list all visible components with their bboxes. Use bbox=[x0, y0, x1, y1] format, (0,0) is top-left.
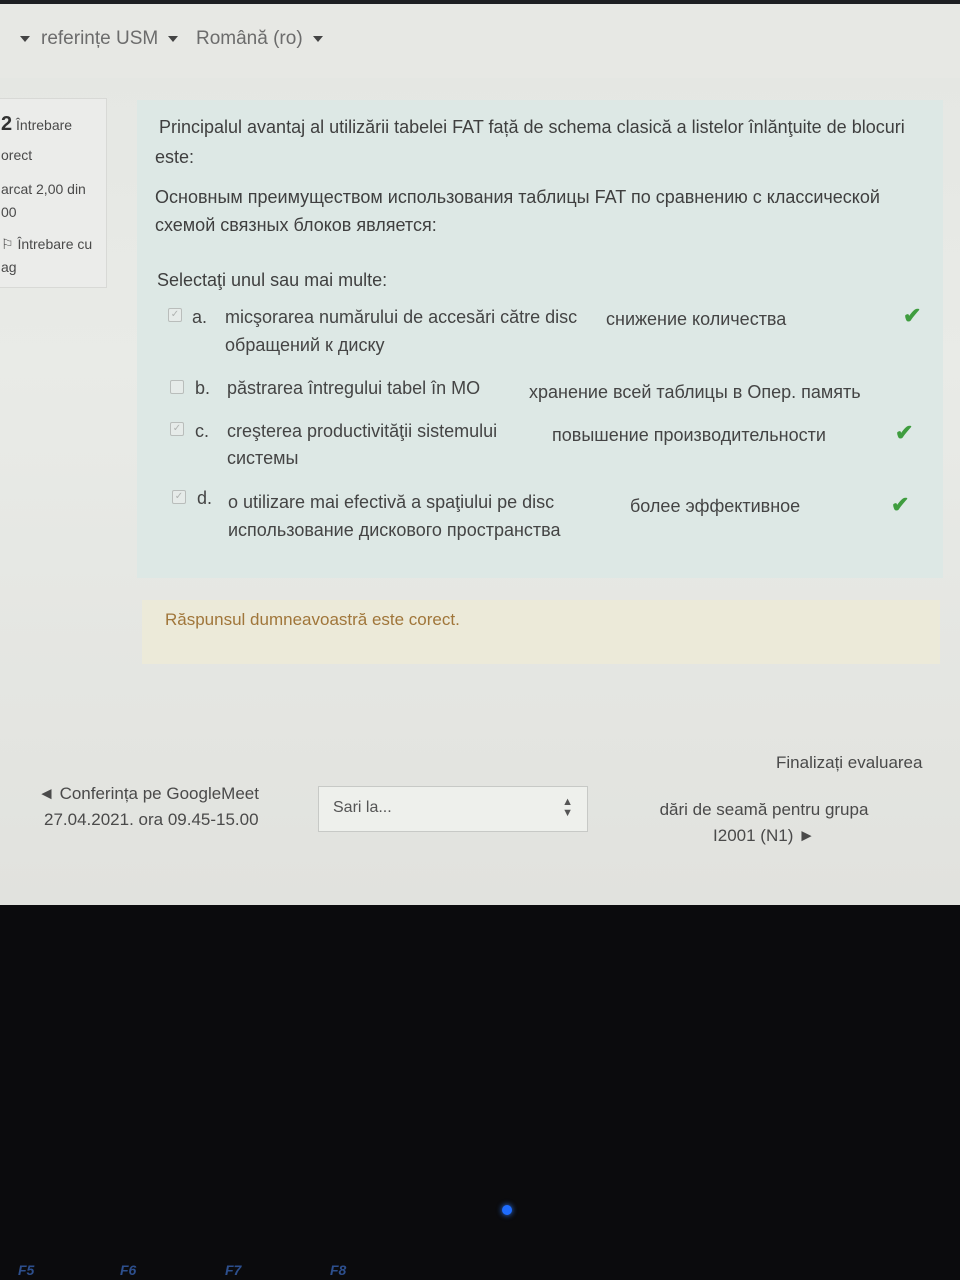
option-c-checkbox[interactable]: ✓ bbox=[170, 422, 184, 436]
option-d-checkbox[interactable]: ✓ bbox=[172, 490, 186, 504]
next-activity-line1: dări de seamă pentru grupa bbox=[659, 800, 869, 819]
answer-prompt: Selectaţi unul sau mai multe: bbox=[157, 270, 388, 290]
option-c-text-ru-line1: повышение производительности bbox=[552, 425, 826, 445]
question-number-label: Întrebare bbox=[16, 117, 73, 133]
chevron-down-icon bbox=[312, 35, 323, 42]
language-menu[interactable]: Română (ro) bbox=[196, 28, 323, 50]
keyboard-key: F5 bbox=[18, 1262, 35, 1278]
jump-to-select[interactable]: Sari la... ▲ ▼ bbox=[318, 786, 588, 832]
option-c-text-ru-line2: системы bbox=[227, 448, 299, 468]
keyboard-key: F8 bbox=[330, 1262, 347, 1278]
question-text-box: Principalul avantaj al utilizării tabele… bbox=[137, 100, 943, 578]
nav-menu-label: referințe USM bbox=[41, 28, 159, 49]
question-info-panel: 2 Întrebare orect arcat 2,00 din 00 ⚐ În… bbox=[0, 98, 107, 288]
question-text-ro-line1: Principalul avantaj al utilizării tabele… bbox=[159, 117, 905, 137]
option-b-letter: b. bbox=[195, 378, 211, 398]
keyboard-key: F6 bbox=[120, 1262, 137, 1278]
arrow-left-icon: ◄ bbox=[38, 784, 55, 803]
browser-screen: referințe USM Română (ro) 2 Întrebare or… bbox=[0, 0, 960, 905]
question-number-line: 2 Întrebare bbox=[1, 113, 72, 136]
option-c-text-ro: creşterea productivităţii sistemului bbox=[227, 421, 498, 441]
keyboard-key: F7 bbox=[225, 1262, 242, 1278]
option-b-text-ru: хранение всей таблицы в Опер. память bbox=[529, 382, 861, 402]
finish-review-link[interactable]: Finalizați evaluarea bbox=[776, 753, 922, 773]
question-text-ru-line1: Основным преимуществом использования таб… bbox=[155, 187, 880, 207]
correct-check-icon: ✔ bbox=[903, 303, 922, 328]
next-activity-link[interactable]: dări de seamă pentru grupa I2001 (N1) ► bbox=[650, 797, 878, 849]
flag-question-link[interactable]: ⚐ Întrebare cu bbox=[1, 236, 92, 253]
option-b-text-ro: păstrarea întregului tabel în MO bbox=[227, 378, 481, 398]
option-a-checkbox[interactable]: ✓ bbox=[168, 308, 182, 322]
dropdown-caret-icon[interactable] bbox=[20, 36, 30, 42]
option-d-text-ro: o utilizare mai efectivă a spaţiului pe … bbox=[228, 492, 555, 512]
question-mark-line2: 00 bbox=[1, 204, 17, 220]
window-edge bbox=[0, 0, 960, 4]
option-a-letter: a. bbox=[192, 307, 208, 327]
question-number: 2 bbox=[1, 113, 13, 135]
option-c-letter: c. bbox=[195, 421, 210, 441]
select-arrows-icon: ▲ ▼ bbox=[562, 796, 573, 819]
previous-activity-line2: 27.04.2021. ora 09.45-15.00 bbox=[44, 810, 259, 829]
chevron-down-icon bbox=[168, 35, 179, 42]
option-a-text-ru-line1: снижение количества bbox=[606, 309, 787, 329]
feedback-text: Răspunsul dumneavoastră este corect. bbox=[165, 610, 460, 629]
option-d-letter: d. bbox=[197, 488, 213, 508]
webcam-led-icon bbox=[502, 1205, 512, 1215]
flag-question-label-line2: ag bbox=[1, 259, 17, 275]
arrow-right-icon: ► bbox=[798, 826, 815, 845]
top-navbar: referințe USM Română (ro) bbox=[0, 0, 960, 78]
answer-feedback-box: Răspunsul dumneavoastră este corect. bbox=[142, 600, 940, 664]
option-b-checkbox[interactable] bbox=[170, 380, 184, 394]
previous-activity-line1: ◄ Conferința pe GoogleMeet bbox=[38, 781, 259, 807]
question-mark-line1: arcat 2,00 din bbox=[1, 181, 86, 197]
option-a-text-ru-line2: обращений к диску bbox=[225, 335, 385, 355]
next-activity-title: I2001 (N1) bbox=[713, 826, 794, 845]
jump-to-label: Sari la... bbox=[333, 799, 392, 816]
option-d-text-ru-line1: более эффективное bbox=[630, 496, 801, 516]
question-text-ru-line2: схемой связных блоков является: bbox=[155, 215, 437, 235]
previous-activity-title: Conferința pe GoogleMeet bbox=[59, 784, 259, 803]
language-label: Română (ro) bbox=[196, 28, 303, 49]
option-d-text-ru-line2: использование дискового пространства bbox=[228, 520, 561, 540]
correct-check-icon: ✔ bbox=[891, 492, 910, 517]
flag-icon: ⚐ bbox=[1, 236, 14, 252]
question-status: orect bbox=[1, 147, 33, 163]
previous-activity-link[interactable]: ◄ Conferința pe GoogleMeet 27.04.2021. o… bbox=[38, 781, 259, 833]
next-activity-line2: I2001 (N1) ► bbox=[650, 823, 878, 849]
flag-question-label-line1: Întrebare cu bbox=[17, 236, 93, 252]
question-text-ro-line2: este: bbox=[155, 147, 195, 167]
correct-check-icon: ✔ bbox=[895, 420, 914, 445]
option-a-text-ro: micşorarea numărului de accesări către d… bbox=[225, 307, 578, 327]
nav-menu-usm-references[interactable]: referințe USM bbox=[41, 28, 179, 50]
